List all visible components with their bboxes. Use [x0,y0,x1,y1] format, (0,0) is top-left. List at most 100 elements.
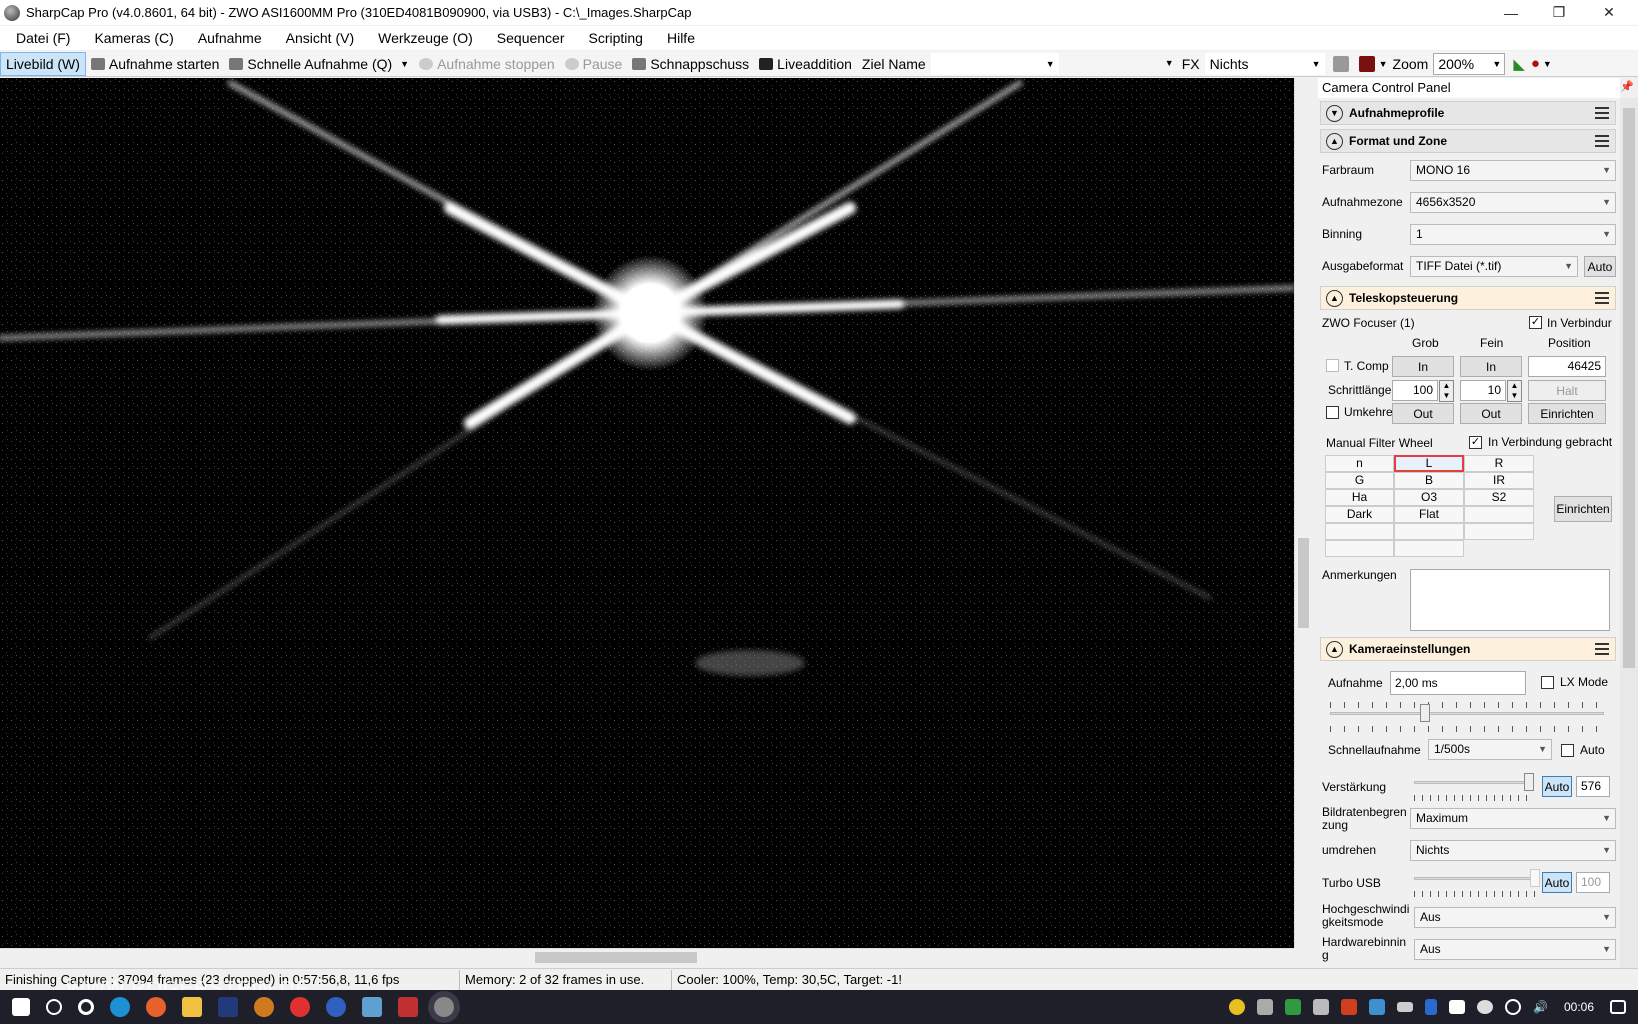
turbo-slider-thumb[interactable] [1530,869,1540,887]
filter-cell-o3[interactable]: O3 [1394,489,1464,506]
turbo-auto-button[interactable]: Auto [1542,872,1572,893]
focuser-einrichten-button[interactable]: Einrichten [1528,403,1606,424]
cloud-icon[interactable] [1477,1000,1494,1014]
zoom-select[interactable]: 200% ▼ [1433,52,1506,75]
menu-datei[interactable]: Datei (F) [4,26,82,50]
globe-icon[interactable] [1505,999,1522,1015]
hamburger-icon[interactable] [1595,292,1609,304]
tcomp-checkbox[interactable] [1326,359,1339,372]
exposure-field[interactable]: 2,00 ms [1390,671,1526,695]
schnellaufnahme-select[interactable]: 1/500s ▼ [1428,739,1552,760]
lx-mode-checkbox[interactable] [1541,676,1554,689]
exposure-slider-thumb[interactable] [1420,704,1430,722]
grob-out-button[interactable]: Out [1392,403,1454,424]
scroll-thumb[interactable] [535,952,697,963]
filter-cell-empty[interactable] [1394,523,1464,540]
fein-out-button[interactable]: Out [1460,403,1522,424]
section-kameraeinstellungen[interactable]: ▲ Kameraeinstellungen [1320,637,1616,661]
gain-auto-button[interactable]: Auto [1542,776,1572,797]
bluetooth-icon[interactable] [1425,999,1438,1015]
hamburger-icon[interactable] [1595,643,1609,655]
menu-ansicht[interactable]: Ansicht (V) [274,26,366,50]
gain-value-field[interactable]: 576 [1576,776,1610,797]
livebild-button[interactable]: Livebild (W) [0,51,86,76]
scroll-thumb[interactable] [1623,108,1635,668]
fein-step-field[interactable]: 10 [1460,380,1506,401]
menu-scripting[interactable]: Scripting [577,26,655,50]
quick-capture-button[interactable]: Schnelle Aufnahme (Q) ▼ [224,52,414,76]
expand-icon[interactable]: ▼ [1326,104,1343,122]
ausgabe-auto-button[interactable]: Auto [1584,256,1616,277]
grob-step-spinner-icon[interactable]: ▲ ▼ [1439,380,1454,402]
grob-in-button[interactable]: In [1392,356,1454,377]
file-explorer-icon[interactable] [182,997,202,1017]
filter-cell-empty[interactable] [1464,523,1534,540]
menu-aufnahme[interactable]: Aufnahme [186,26,274,50]
pin-icon[interactable]: 📌 [1620,80,1634,93]
sharpcap-taskbar-icon[interactable] [434,997,454,1017]
filter-cell-r[interactable]: R [1464,455,1534,472]
filter-cell-dark[interactable]: Dark [1325,506,1394,523]
chevron-down-icon[interactable]: ▼ [1165,53,1174,73]
fps-limit-select[interactable]: Maximum ▼ [1410,808,1616,829]
overlay-icon[interactable] [1358,55,1375,72]
filter-cell-empty[interactable] [1325,523,1394,540]
tray-icon[interactable] [1369,999,1386,1015]
chevron-down-icon[interactable]: ▼ [400,59,409,69]
section-aufnahmeprofile[interactable]: ▼ Aufnahmeprofile [1320,101,1616,125]
chevron-down-icon[interactable]: ▼ [1543,59,1552,69]
battery-icon[interactable] [1397,1002,1414,1012]
filter-cell-g[interactable]: G [1325,472,1394,489]
histogram-icon[interactable]: ◣ [1513,55,1525,73]
section-format-und-zone[interactable]: ▲ Format und Zone [1320,129,1616,153]
filter-einrichten-button[interactable]: Einrichten [1554,496,1612,522]
settings-icon[interactable] [254,997,274,1017]
chevron-down-icon[interactable]: ▼ [1379,59,1388,69]
close-button[interactable]: ✕ [1586,0,1632,25]
filter-cell-empty[interactable] [1464,506,1534,523]
scroll-thumb[interactable] [1298,538,1309,628]
start-capture-button[interactable]: Aufnahme starten [86,52,225,76]
search-icon[interactable] [46,999,62,1015]
app-icon[interactable] [326,997,346,1017]
menu-sequencer[interactable]: Sequencer [485,26,577,50]
anmerkungen-textarea[interactable] [1410,569,1610,631]
filter-cell-n[interactable]: n [1325,455,1394,472]
menu-kameras[interactable]: Kameras (C) [82,26,185,50]
filter-cell-ir[interactable]: IR [1464,472,1534,489]
viewer-horizontal-scrollbar[interactable] [0,948,1294,965]
hamburger-icon[interactable] [1595,135,1609,147]
grob-step-field[interactable]: 100 [1392,380,1438,401]
turbo-slider-track[interactable] [1414,877,1538,880]
fein-in-button[interactable]: In [1460,356,1522,377]
flip-select[interactable]: Nichts ▼ [1410,840,1616,861]
cortana-icon[interactable] [78,999,94,1015]
volume-icon[interactable]: 🔊 [1533,1000,1548,1014]
exposure-slider-track[interactable] [1330,712,1604,715]
tray-icon[interactable] [1449,1000,1466,1014]
collapse-icon[interactable]: ▲ [1326,132,1343,150]
hardware-binning-select[interactable]: Aus ▼ [1414,939,1616,960]
collapse-icon[interactable]: ▲ [1326,289,1343,307]
pause-button[interactable]: Pause [560,52,628,76]
section-teleskopsteuerung[interactable]: ▲ Teleskopsteuerung [1320,286,1616,310]
restore-button[interactable]: ❐ [1536,0,1582,25]
filter-cell-l[interactable]: L [1394,455,1464,472]
viewer-vertical-scrollbar[interactable] [1294,78,1311,948]
filter-connected-checkbox[interactable]: ✓ [1469,436,1482,449]
windows-start-icon[interactable] [12,998,30,1016]
target-name-input[interactable]: ▼ [930,52,1059,75]
high-speed-select[interactable]: Aus ▼ [1414,907,1616,928]
liveaddition-button[interactable]: Liveaddition [754,52,857,76]
turbo-value-field[interactable]: 100 [1576,872,1610,893]
menu-werkzeuge[interactable]: Werkzeuge (O) [366,26,485,50]
filter-cell-empty[interactable] [1325,540,1394,557]
exposure-auto-checkbox[interactable] [1561,744,1574,757]
collapse-icon[interactable]: ▲ [1326,640,1343,658]
menu-hilfe[interactable]: Hilfe [655,26,707,50]
ausgabeformat-select[interactable]: TIFF Datei (*.tif) ▼ [1410,256,1578,277]
fein-step-spinner-icon[interactable]: ▲ ▼ [1507,380,1522,402]
tray-icon[interactable] [1229,999,1246,1015]
gain-slider-thumb[interactable] [1524,773,1534,791]
image-viewer[interactable] [0,78,1294,948]
